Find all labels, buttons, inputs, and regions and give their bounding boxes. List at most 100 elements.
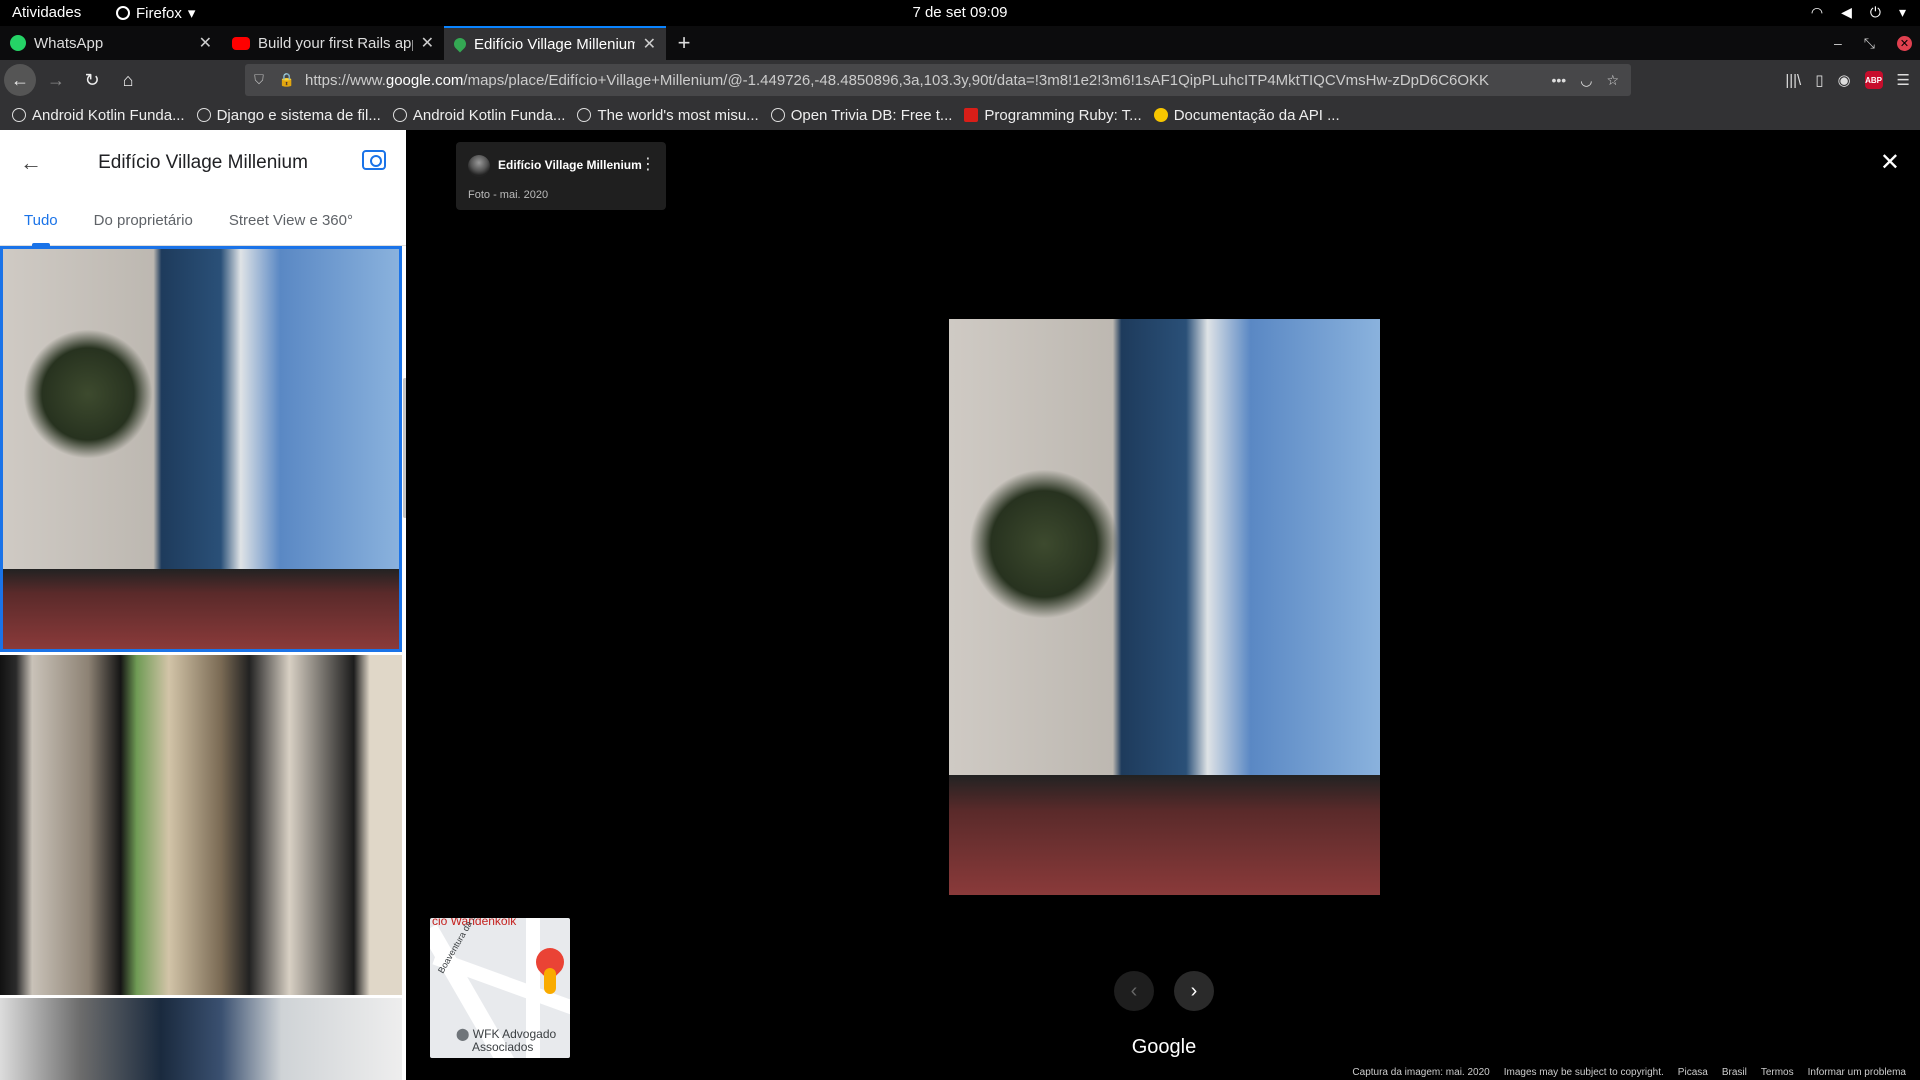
next-photo-button[interactable]: › xyxy=(1174,971,1214,1011)
tab-title: Edifício Village Millenium xyxy=(474,35,635,53)
system-top-bar: Atividades Firefox ▾ 7 de set 09:09 ◠ ◀ … xyxy=(0,0,1920,26)
library-icon[interactable]: |||\ xyxy=(1785,72,1801,89)
place-title: Edifício Village Millenium xyxy=(98,152,308,173)
globe-icon xyxy=(12,108,26,122)
window-controls: ‒ ⤡ ✕ xyxy=(1834,26,1912,60)
lock-icon[interactable]: 🔒 xyxy=(273,72,301,88)
toolbar-right: |||\ ▯ ◉ ABP ☰ xyxy=(1785,64,1910,96)
pocket-icon[interactable]: ◡ xyxy=(1580,72,1592,89)
whatsapp-icon xyxy=(10,35,26,51)
minimize-button[interactable]: ‒ xyxy=(1834,35,1842,51)
photo-thumbnail[interactable] xyxy=(0,246,402,652)
bookmark-item[interactable]: Android Kotlin Funda... xyxy=(12,107,185,124)
main-photo[interactable] xyxy=(949,319,1380,895)
close-icon[interactable]: ✕ xyxy=(421,33,434,53)
place-line: Associados xyxy=(472,1040,534,1054)
home-button[interactable]: ⌂ xyxy=(112,64,144,96)
bookmark-item[interactable]: Documentação da API ... xyxy=(1153,106,1340,124)
report-problem-link[interactable]: Informar um problema xyxy=(1808,1067,1906,1078)
globe-icon xyxy=(392,108,407,122)
sidebar-icon[interactable]: ▯ xyxy=(1815,71,1823,89)
terms-link[interactable]: Termos xyxy=(1761,1067,1794,1078)
bookmark-item[interactable]: Open Trivia DB: Free t... xyxy=(770,107,952,124)
back-button[interactable]: ← xyxy=(4,64,36,96)
youtube-icon xyxy=(232,36,250,50)
python-icon xyxy=(1153,108,1168,122)
account-icon[interactable]: ◉ xyxy=(1837,71,1850,89)
navigation-toolbar: ← → ↻ ⌂ ⛉ 🔒 https://www.google.com/maps/… xyxy=(0,60,1920,100)
more-icon[interactable]: ••• xyxy=(1552,72,1567,89)
palm-tree xyxy=(23,329,153,459)
menu-icon[interactable]: ☰ xyxy=(1897,71,1910,89)
url-actions: ••• ◡ ☆ xyxy=(1552,72,1632,89)
window-close-button[interactable]: ✕ xyxy=(1897,35,1912,51)
tab-strip: WhatsApp ✕ Build your first Rails app ✕ … xyxy=(0,26,1920,60)
pegman-icon[interactable] xyxy=(544,968,556,994)
picasa-link[interactable]: Picasa xyxy=(1678,1067,1708,1078)
url-text[interactable]: https://www.google.com/maps/place/Edifíc… xyxy=(301,72,1552,89)
bookmark-label: Documentação da API ... xyxy=(1173,106,1340,124)
tab-whatsapp[interactable]: WhatsApp ✕ xyxy=(0,26,222,60)
bookmark-item[interactable]: Django e sistema de fil... xyxy=(196,106,381,124)
restore-button[interactable]: ⤡ xyxy=(1864,35,1875,52)
tab-rails[interactable]: Build your first Rails app ✕ xyxy=(222,26,444,60)
adblock-icon[interactable]: ABP xyxy=(1864,71,1883,89)
location-icon: ⬤ xyxy=(456,1027,470,1041)
place-line: WFK Advogado xyxy=(472,1027,557,1041)
photo-thumbnail[interactable] xyxy=(0,998,402,1080)
place-label: ⬤ WFK Advogado Associados xyxy=(456,1028,556,1054)
country-link[interactable]: Brasil xyxy=(1722,1067,1747,1078)
star-icon[interactable]: ☆ xyxy=(1606,72,1619,89)
tab-maps[interactable]: Edifício Village Millenium ✕ xyxy=(444,26,666,60)
capture-date: Captura da imagem: mai. 2020 xyxy=(1352,1067,1490,1078)
palm-tree xyxy=(969,469,1119,619)
minimap[interactable]: cio Wandenkolk Boaventura da Silva ⬤ WFK… xyxy=(430,918,570,1058)
firefox-icon xyxy=(116,6,130,20)
chevron-down-icon: ▾ xyxy=(187,5,196,22)
copyright-note: Images may be subject to copyright. xyxy=(1503,1067,1664,1078)
bookmark-label: Django e sistema de fil... xyxy=(216,106,381,124)
add-photo-icon[interactable] xyxy=(362,150,386,170)
tab-title: WhatsApp xyxy=(34,34,104,52)
url-bar[interactable]: ⛉ 🔒 https://www.google.com/maps/place/Ed… xyxy=(245,64,1631,96)
tab-street-view[interactable]: Street View e 360° xyxy=(217,196,365,246)
activities-button[interactable]: Atividades xyxy=(12,4,81,21)
maps-pin-icon xyxy=(451,35,469,53)
ruby-icon xyxy=(964,108,979,122)
avatar[interactable] xyxy=(468,155,490,177)
sidebar-header: ← Edifício Village Millenium xyxy=(0,130,406,196)
system-tray[interactable]: ◠ ◀ ⏻ ▾ xyxy=(1811,4,1906,21)
forward-button[interactable]: → xyxy=(40,64,72,96)
clock[interactable]: 7 de set 09:09 xyxy=(0,4,1920,21)
photo-thumbnail[interactable] xyxy=(0,655,402,995)
arrow-back-icon[interactable]: ← xyxy=(20,150,42,176)
author-name[interactable]: Edifício Village Millenium xyxy=(498,158,642,172)
bookmarks-toolbar: Android Kotlin Funda... Django e sistema… xyxy=(0,100,1920,130)
bookmark-item[interactable]: Programming Ruby: T... xyxy=(964,106,1142,124)
new-tab-button[interactable]: + xyxy=(666,26,702,60)
viewer-footer: Captura da imagem: mai. 2020 Images may … xyxy=(1352,1067,1906,1078)
more-vert-icon[interactable]: ⋮ xyxy=(640,154,656,174)
photo-date: Foto - mai. 2020 xyxy=(468,189,549,201)
close-viewer-button[interactable]: ✕ xyxy=(1880,148,1900,177)
photo-viewer: Edifício Village Millenium ⋮ Foto - mai.… xyxy=(406,130,1920,1080)
reload-button[interactable]: ↻ xyxy=(76,64,108,96)
tab-all[interactable]: Tudo xyxy=(12,196,70,246)
photo-ground xyxy=(949,775,1380,895)
previous-photo-button[interactable]: ‹ xyxy=(1114,971,1154,1011)
tab-owner[interactable]: Do proprietário xyxy=(82,196,205,246)
app-menu[interactable]: Firefox ▾ xyxy=(116,4,195,22)
volume-icon: ◀ xyxy=(1841,4,1852,20)
shield-icon[interactable]: ⛉ xyxy=(245,72,273,88)
url-host: google.com xyxy=(385,71,464,89)
google-logo: Google xyxy=(1131,1036,1197,1058)
photo-filter-tabs: Tudo Do proprietário Street View e 360° xyxy=(0,196,406,246)
bookmark-item[interactable]: Android Kotlin Funda... xyxy=(392,107,565,124)
photo-info-card: Edifício Village Millenium ⋮ Foto - mai.… xyxy=(456,142,666,210)
bookmark-item[interactable]: The world's most misu... xyxy=(577,107,759,124)
bookmark-label: Programming Ruby: T... xyxy=(984,106,1142,124)
url-path: /maps/place/Edifício+Village+Millenium/@… xyxy=(463,71,1490,89)
close-icon[interactable]: ✕ xyxy=(643,34,656,54)
close-icon[interactable]: ✕ xyxy=(199,33,212,53)
globe-icon xyxy=(196,108,211,122)
